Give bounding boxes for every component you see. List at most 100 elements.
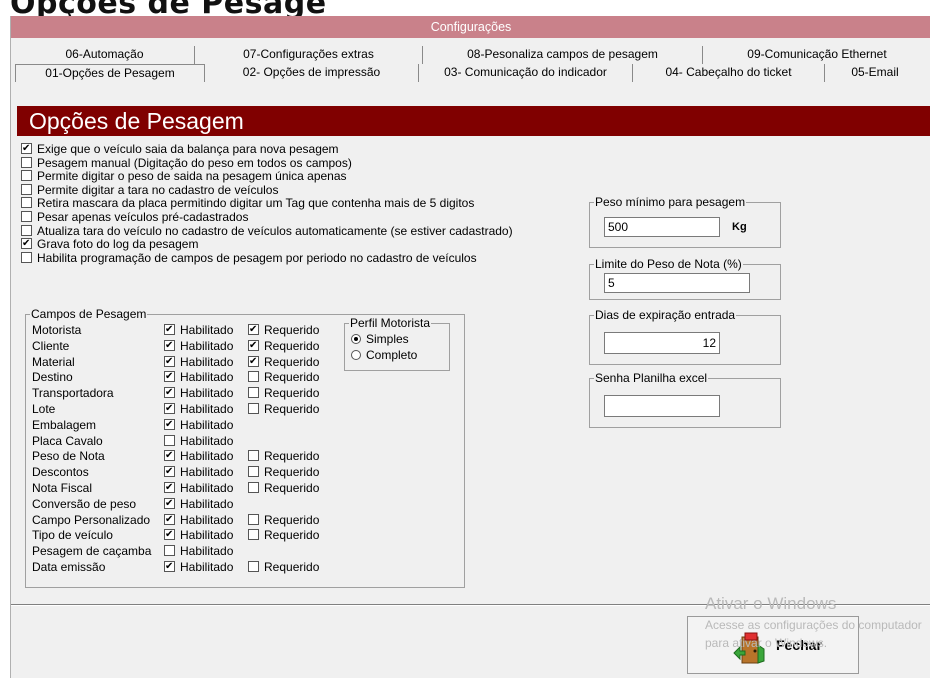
tab-04-cabecalho-do-ticket[interactable]: 04- Cabeçalho do ticket: [633, 64, 825, 82]
habilitado-box[interactable]: [164, 418, 175, 430]
option-row[interactable]: Permite digitar o peso de saida na pesag…: [21, 169, 347, 183]
perfil-option-simples[interactable]: Simples: [351, 332, 409, 346]
tab-02-opcoes-de-impressao[interactable]: 02- Opções de impressão: [205, 64, 419, 82]
habilitado-checkbox[interactable]: Habilitado: [164, 497, 233, 511]
peso-minimo-input[interactable]: 500: [604, 217, 720, 237]
requerido-checkbox[interactable]: Requerido: [248, 481, 319, 495]
habilitado-checkbox[interactable]: Habilitado: [164, 323, 233, 337]
habilitado-checkbox[interactable]: Habilitado: [164, 386, 233, 400]
perfil-radio[interactable]: [351, 334, 361, 344]
requerido-box[interactable]: [248, 513, 259, 525]
requerido-checkbox[interactable]: Requerido: [248, 370, 319, 384]
requerido-checkbox[interactable]: Requerido: [248, 449, 319, 463]
requerido-box[interactable]: [248, 403, 259, 414]
option-row[interactable]: Retira mascara da placa permitindo digit…: [21, 196, 474, 210]
habilitado-checkbox[interactable]: Habilitado: [164, 544, 233, 558]
senha-planilha-input[interactable]: [604, 395, 720, 417]
option-checkbox[interactable]: [21, 238, 32, 250]
requerido-box[interactable]: [248, 324, 259, 335]
campo-name: Tipo de veículo: [32, 528, 113, 543]
habilitado-checkbox[interactable]: Habilitado: [164, 449, 233, 463]
option-row[interactable]: Atualiza tara do veículo no cadastro de …: [21, 224, 513, 238]
option-row[interactable]: Permite digitar a tara no cadastro de ve…: [21, 183, 278, 197]
habilitado-checkbox[interactable]: Habilitado: [164, 513, 233, 527]
option-checkbox[interactable]: [21, 156, 32, 168]
option-checkbox[interactable]: [21, 211, 32, 222]
habilitado-box[interactable]: [164, 545, 175, 557]
habilitado-checkbox[interactable]: Habilitado: [164, 481, 233, 495]
requerido-checkbox[interactable]: Requerido: [248, 513, 319, 527]
option-checkbox[interactable]: [21, 143, 32, 154]
habilitado-box[interactable]: [164, 387, 175, 399]
habilitado-checkbox[interactable]: Habilitado: [164, 339, 233, 353]
requerido-checkbox[interactable]: Requerido: [248, 386, 319, 400]
option-checkbox[interactable]: [21, 197, 32, 209]
close-button[interactable]: Fechar: [687, 616, 859, 674]
perfil-radio[interactable]: [351, 350, 361, 360]
requerido-box[interactable]: [248, 355, 259, 367]
perfil-label: Simples: [366, 332, 409, 346]
habilitado-checkbox[interactable]: Habilitado: [164, 418, 233, 432]
option-row[interactable]: Pesagem manual (Digitação do peso em tod…: [21, 156, 352, 170]
requerido-checkbox[interactable]: Requerido: [248, 528, 319, 542]
option-label: Permite digitar a tara no cadastro de ve…: [37, 182, 279, 197]
habilitado-box[interactable]: [164, 561, 175, 572]
habilitado-box[interactable]: [164, 513, 175, 525]
habilitado-checkbox[interactable]: Habilitado: [164, 465, 233, 479]
habilitado-box[interactable]: [164, 434, 175, 446]
tab-09-comunicacao-ethernet[interactable]: 09-Comunicação Ethernet: [703, 46, 930, 64]
requerido-box[interactable]: [248, 561, 259, 572]
tab-01-opcoes-de-pesagem[interactable]: 01-Opções de Pesagem: [15, 64, 205, 82]
habilitado-box[interactable]: [164, 403, 175, 414]
habilitado-box[interactable]: [164, 324, 175, 335]
habilitado-checkbox[interactable]: Habilitado: [164, 528, 233, 542]
requerido-checkbox[interactable]: Requerido: [248, 560, 319, 574]
habilitado-box[interactable]: [164, 466, 175, 478]
option-checkbox[interactable]: [21, 170, 32, 182]
requerido-box[interactable]: [248, 466, 259, 478]
option-row[interactable]: Habilita programação de campos de pesage…: [21, 251, 477, 265]
option-checkbox[interactable]: [21, 251, 32, 263]
habilitado-box[interactable]: [164, 355, 175, 367]
requerido-checkbox[interactable]: Requerido: [248, 323, 319, 337]
habilitado-checkbox[interactable]: Habilitado: [164, 355, 233, 369]
limite-nota-input[interactable]: 5: [604, 273, 750, 293]
requerido-checkbox[interactable]: Requerido: [248, 465, 319, 479]
requerido-box[interactable]: [248, 387, 259, 399]
option-row[interactable]: Pesar apenas veículos pré-cadastrados: [21, 210, 248, 224]
tab-03-comunicacao-do-indicador[interactable]: 03- Comunicação do indicador: [419, 64, 633, 82]
requerido-box[interactable]: [248, 339, 259, 351]
dias-expiracao-group: Dias de expiração entrada 12: [589, 308, 781, 365]
tab-05-email[interactable]: 05-Email: [825, 64, 925, 82]
requerido-box[interactable]: [248, 529, 259, 541]
tab-06-automacao[interactable]: 06-Automação: [15, 46, 195, 64]
requerido-checkbox[interactable]: Requerido: [248, 339, 319, 353]
habilitado-checkbox[interactable]: Habilitado: [164, 434, 233, 448]
requerido-box[interactable]: [248, 371, 259, 383]
campo-name: Nota Fiscal: [32, 481, 93, 495]
habilitado-box[interactable]: [164, 529, 175, 541]
tab-08-pesonaliza-campos-de-pesagem[interactable]: 08-Pesonaliza campos de pesagem: [423, 46, 703, 64]
option-label: Pesar apenas veículos pré-cadastrados: [37, 210, 249, 224]
habilitado-checkbox[interactable]: Habilitado: [164, 402, 233, 416]
perfil-option-completo[interactable]: Completo: [351, 348, 417, 362]
tab-07-configuracoes-extras[interactable]: 07-Configurações extras: [195, 46, 423, 64]
option-checkbox[interactable]: [21, 224, 32, 236]
campo-name: Peso de Nota: [32, 449, 105, 464]
habilitado-checkbox[interactable]: Habilitado: [164, 370, 233, 384]
requerido-box[interactable]: [248, 450, 259, 462]
habilitado-box[interactable]: [164, 450, 175, 462]
habilitado-checkbox[interactable]: Habilitado: [164, 560, 233, 574]
dias-expiracao-input[interactable]: 12: [604, 332, 720, 354]
requerido-box[interactable]: [248, 482, 259, 493]
habilitado-box[interactable]: [164, 482, 175, 493]
requerido-checkbox[interactable]: Requerido: [248, 355, 319, 369]
habilitado-box[interactable]: [164, 497, 175, 509]
requerido-checkbox[interactable]: Requerido: [248, 402, 319, 416]
habilitado-box[interactable]: [164, 339, 175, 351]
perfil-motorista-group: Perfil Motorista Simples Completo: [344, 316, 450, 371]
option-row[interactable]: Exige que o veículo saia da balança para…: [21, 142, 339, 156]
habilitado-box[interactable]: [164, 371, 175, 383]
option-checkbox[interactable]: [21, 183, 32, 195]
option-row[interactable]: Grava foto do log da pesagem: [21, 237, 198, 251]
